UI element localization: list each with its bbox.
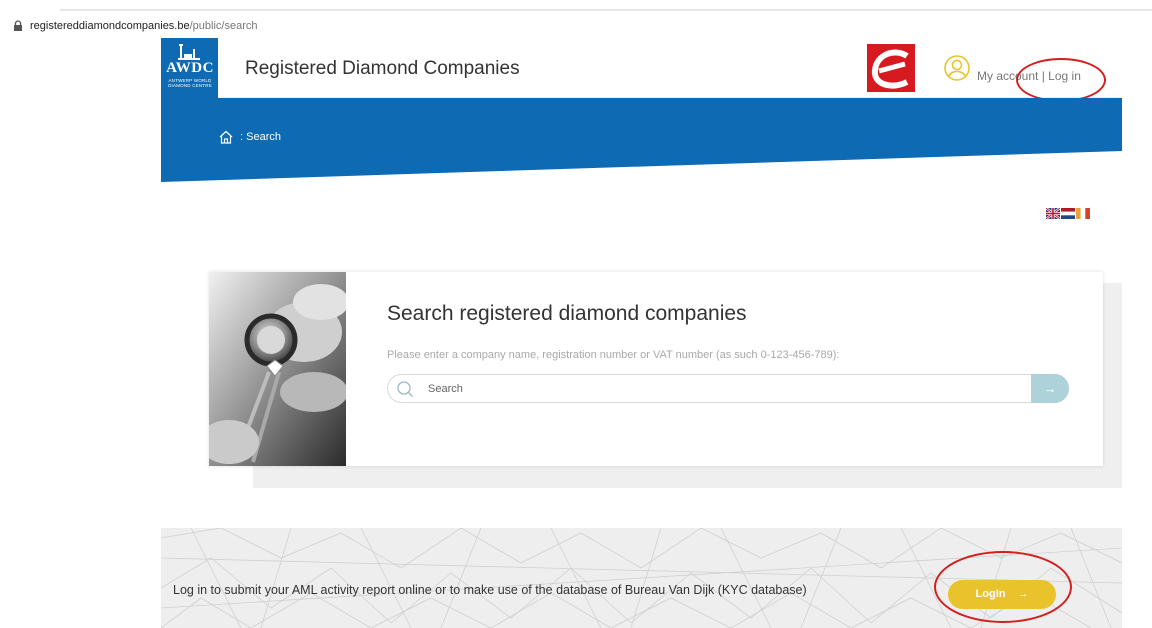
home-icon[interactable] [218,129,234,145]
user-circle-icon[interactable] [943,54,971,82]
annotation-circle-header-login [1016,58,1106,102]
logo-subtitle: ANTWERP WORLD DIAMOND CENTRE [168,78,212,88]
diamond-loupe-photo [209,272,346,466]
hero-band [161,98,1122,184]
site-title: Registered Diamond Companies [245,58,520,79]
search-submit-button[interactable]: → [1031,374,1069,403]
search-icon [397,381,413,397]
breadcrumb: : Search [218,129,281,145]
uk-flag-icon[interactable] [1046,208,1060,219]
breadcrumb-separator: : [240,131,244,143]
language-switcher [1046,208,1090,219]
tab-strip-line [60,9,1152,11]
lock-icon [14,20,22,31]
search-description: Please enter a company name, registratio… [387,349,840,361]
browser-address-bar[interactable]: registereddiamondcompanies.be/public/sea… [0,0,1152,32]
search-bar: → [387,374,1069,403]
annotation-circle-login-button [934,551,1072,623]
url-domain: registereddiamondcompanies.be [30,20,190,32]
url-path: /public/search [189,20,258,32]
e-brand-logo-icon[interactable] [867,44,915,92]
site-header: AWDC ANTWERP WORLD DIAMOND CENTRE Regist… [161,38,1122,98]
diamond-photo-illustration [209,272,346,466]
hero-band-shape [161,98,1122,182]
breadcrumb-current: Search [246,131,281,143]
netherlands-flag-icon[interactable] [1061,208,1075,219]
logo-name: AWDC [166,60,214,76]
page: registereddiamondcompanies.be/public/sea… [0,0,1152,628]
search-title: Search registered diamond companies [387,302,747,325]
banner-text: Log in to submit your AML activity repor… [173,583,807,597]
search-card: Search registered diamond companies Plea… [209,272,1103,466]
cathedral-logo-icon [178,44,200,60]
france-flag-icon[interactable] [1076,208,1090,219]
search-input[interactable] [428,380,1028,398]
e-logo-graphic [871,49,909,89]
awdc-logo[interactable]: AWDC ANTWERP WORLD DIAMOND CENTRE [161,38,218,98]
address-url[interactable]: registereddiamondcompanies.be/public/sea… [30,20,257,32]
